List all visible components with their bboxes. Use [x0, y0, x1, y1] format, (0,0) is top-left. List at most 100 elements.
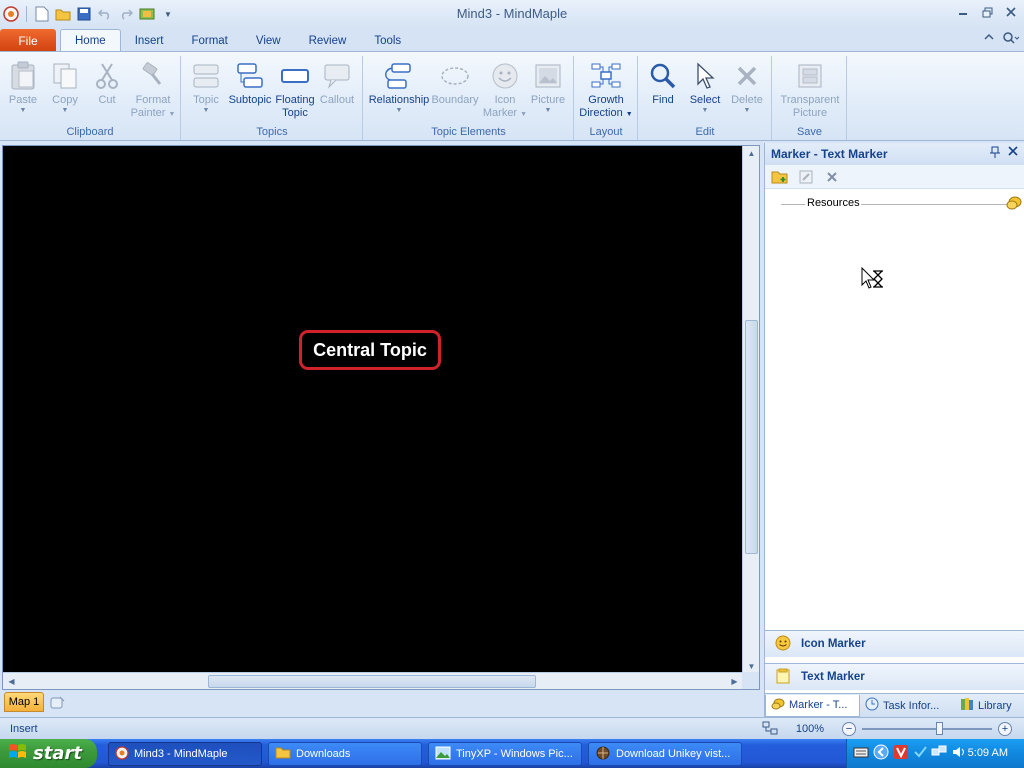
taskbar-item-downloads[interactable]: Downloads [268, 742, 422, 766]
cut-button[interactable]: Cut [84, 60, 130, 107]
text-marker-pane-button[interactable]: Text Marker [765, 663, 1024, 690]
tab-insert[interactable]: Insert [121, 29, 178, 52]
antivirus-tray-icon[interactable] [913, 745, 927, 762]
pin-icon[interactable] [990, 146, 1000, 161]
zoom-in-button[interactable]: + [998, 722, 1012, 736]
zoom-out-button[interactable]: − [842, 722, 856, 736]
tab-task-info[interactable]: Task Infor... [860, 695, 955, 717]
tab-library[interactable]: Library [955, 695, 1021, 717]
unikey-v-icon[interactable] [893, 744, 909, 763]
qat-separator [26, 6, 27, 22]
tab-file[interactable]: File [0, 29, 56, 52]
group-label-layout: Layout [589, 126, 623, 138]
fit-map-icon[interactable] [762, 721, 778, 738]
growth-direction-button[interactable]: Growth Direction ▼ [579, 60, 633, 121]
relationship-button[interactable]: Relationship ▼ [368, 60, 430, 115]
horizontal-scroll-thumb[interactable] [208, 675, 536, 688]
floating-topic-button[interactable]: Floating Topic [272, 60, 318, 120]
scroll-right-icon[interactable]: ▶ [726, 674, 743, 689]
window-controls [954, 4, 1020, 20]
tab-tools[interactable]: Tools [360, 29, 415, 52]
subtopic-button[interactable]: Subtopic [227, 60, 273, 107]
central-topic[interactable]: Central Topic [299, 330, 441, 370]
copy-button[interactable]: Copy ▼ [42, 60, 88, 115]
tab-marker[interactable]: Marker - T... [765, 694, 860, 717]
coins-icon [1006, 195, 1022, 214]
busy-cursor-icon [861, 266, 887, 294]
sheet-tab-map-1[interactable]: Map 1 [4, 692, 44, 712]
map-canvas[interactable]: Central Topic [3, 146, 743, 674]
add-sheet-icon[interactable] [48, 694, 68, 712]
tree-connector [861, 204, 1009, 205]
panel-close-icon[interactable] [1008, 146, 1018, 161]
picture-button[interactable]: Picture ▼ [525, 60, 571, 115]
mindmaple-app-icon [115, 745, 129, 763]
scroll-up-icon[interactable]: ▲ [743, 146, 760, 161]
network-tray-icon[interactable] [931, 745, 947, 762]
horizontal-scrollbar[interactable]: ◀ ▶ [3, 672, 743, 689]
panel-header: Marker - Text Marker [765, 143, 1024, 165]
select-button[interactable]: Select ▼ [682, 60, 728, 115]
title-bar: ▼ Mind3 - MindMaple [0, 0, 1024, 28]
minimize-icon[interactable] [954, 4, 972, 20]
start-button[interactable]: start [0, 739, 97, 768]
delete-button[interactable]: Delete ▼ [724, 60, 770, 115]
copy-icon [49, 60, 81, 92]
panel-tabs: Marker - T... Task Infor... Library [765, 693, 1024, 717]
taskbar-item-mindmaple[interactable]: Mind3 - MindMaple [108, 742, 262, 766]
ribbon: Paste ▼ Copy ▼ Cut Format Painter ▼ Clipb… [0, 51, 1024, 141]
paste-icon [7, 60, 39, 92]
find-button[interactable]: Find [640, 60, 686, 107]
tab-review[interactable]: Review [295, 29, 361, 52]
app-logo-icon[interactable] [3, 6, 19, 22]
group-label-save: Save [796, 126, 823, 138]
callout-button[interactable]: Callout [314, 60, 360, 107]
zoom-slider[interactable] [862, 722, 992, 735]
redo-icon[interactable] [118, 6, 134, 22]
taskbar-item-browser[interactable]: Download Unikey vist... [588, 742, 742, 766]
ribbon-right-controls [984, 31, 1020, 48]
search-icon[interactable] [1002, 31, 1020, 48]
tree-connector [781, 204, 805, 205]
tab-home[interactable]: Home [60, 29, 121, 52]
keyboard-icon[interactable] [853, 746, 869, 761]
delete-marker-icon[interactable] [823, 168, 841, 186]
open-folder-icon[interactable] [55, 6, 71, 22]
paste-button[interactable]: Paste ▼ [0, 60, 46, 115]
taskbar-item-picture-viewer[interactable]: TinyXP - Windows Pic... [428, 742, 582, 766]
restore-icon[interactable] [978, 4, 996, 20]
tray-clock: 5:09 AM [967, 747, 1008, 759]
scroll-left-icon[interactable]: ◀ [3, 674, 20, 689]
edit-marker-icon[interactable] [797, 168, 815, 186]
zoom-slider-thumb[interactable] [935, 722, 943, 735]
back-arrow-tray-icon[interactable] [873, 744, 889, 763]
new-file-icon[interactable] [34, 6, 50, 22]
topic-icon [190, 60, 222, 92]
topic-button[interactable]: Topic ▼ [183, 60, 229, 115]
magnifier-icon [647, 60, 679, 92]
collapse-ribbon-icon[interactable] [984, 31, 994, 48]
map-style-icon[interactable] [139, 6, 155, 22]
tree-item-resources[interactable]: Resources [807, 197, 860, 209]
transparent-picture-button[interactable]: Transparent Picture [781, 60, 839, 120]
volume-tray-icon[interactable] [951, 745, 967, 762]
pointer-icon [689, 60, 721, 92]
boundary-button[interactable]: Boundary [431, 60, 479, 107]
icon-marker-pane-button[interactable]: Icon Marker [765, 630, 1024, 657]
customize-qat-icon[interactable]: ▼ [160, 6, 176, 22]
add-marker-folder-icon[interactable] [771, 168, 789, 186]
vertical-scrollbar[interactable]: ▲ ▼ [742, 146, 759, 674]
format-painter-button[interactable]: Format Painter ▼ [129, 60, 177, 121]
paste-dropdown-icon: ▼ [19, 107, 27, 114]
icon-marker-button[interactable]: Icon Marker ▼ [482, 60, 528, 121]
status-mode: Insert [10, 722, 38, 735]
tab-format[interactable]: Format [177, 29, 241, 52]
close-icon[interactable] [1002, 4, 1020, 20]
tab-view[interactable]: View [242, 29, 295, 52]
sheet-tab-bar: Map 1 [0, 690, 762, 715]
vertical-scroll-thumb[interactable] [745, 320, 758, 554]
scroll-corner [742, 672, 759, 689]
callout-icon [321, 60, 353, 92]
save-icon[interactable] [76, 6, 92, 22]
undo-icon[interactable] [97, 6, 113, 22]
